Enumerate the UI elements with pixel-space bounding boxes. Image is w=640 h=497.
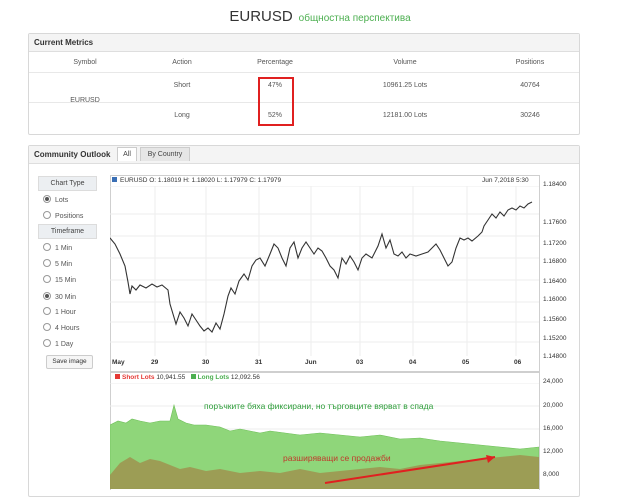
y-tick: 1.17600 bbox=[543, 219, 567, 226]
radio-dot-icon bbox=[43, 292, 51, 300]
ohlc-readout: EURUSD O: 1.18019 H: 1.18020 L: 1.17979 … bbox=[112, 177, 281, 184]
x-tick: 06 bbox=[514, 359, 522, 366]
col-header-action: Action bbox=[172, 59, 192, 66]
annotation-top: поръчките бяха фиксирани, но търговците … bbox=[204, 401, 434, 411]
col-header-symbol: Symbol bbox=[73, 59, 97, 66]
save-image-button[interactable]: Save image bbox=[46, 355, 93, 369]
divider bbox=[29, 102, 579, 103]
short-legend-icon bbox=[115, 374, 120, 379]
x-tick: Jun bbox=[305, 359, 317, 366]
radio-dot-icon bbox=[43, 339, 51, 347]
cell-volume-long: 12181.00 Lots bbox=[382, 112, 428, 119]
cell-action-short: Short bbox=[173, 82, 191, 89]
radio-dot-icon bbox=[43, 275, 51, 283]
y-tick: 1.15200 bbox=[543, 335, 567, 342]
long-legend-icon bbox=[190, 374, 196, 379]
chart-type-header: Chart Type bbox=[38, 176, 97, 191]
community-outlook-title: Community Outlook bbox=[29, 146, 579, 164]
y-tick: 1.16000 bbox=[543, 296, 567, 303]
price-line bbox=[110, 201, 533, 333]
radio-5min[interactable]: 5 Min bbox=[43, 259, 72, 269]
cell-symbol: EURUSD bbox=[70, 97, 100, 104]
symbol-title: EURUSD bbox=[229, 8, 293, 25]
y-tick: 1.14800 bbox=[543, 353, 567, 360]
price-chart[interactable] bbox=[110, 186, 539, 356]
volume-y-tick: 20,000 bbox=[543, 402, 563, 409]
y-tick: 1.16800 bbox=[543, 258, 567, 265]
radio-1min[interactable]: 1 Min bbox=[43, 243, 72, 253]
x-tick: 03 bbox=[356, 359, 364, 366]
radio-dot-icon bbox=[43, 211, 51, 219]
y-tick: 1.17200 bbox=[543, 240, 567, 247]
percentage-highlight-box bbox=[258, 77, 294, 126]
tab-by-country[interactable]: By Country bbox=[140, 147, 190, 161]
page-header: EURUSD общностна перспектива bbox=[0, 8, 640, 25]
series-color-icon bbox=[112, 177, 117, 182]
radio-lots[interactable]: Lots bbox=[43, 195, 68, 205]
subtitle: общностна перспектива bbox=[298, 13, 411, 24]
radio-4hours[interactable]: 4 Hours bbox=[43, 323, 80, 333]
current-metrics-panel: Current Metrics bbox=[28, 33, 580, 135]
radio-1day[interactable]: 1 Day bbox=[43, 339, 73, 349]
col-header-volume: Volume bbox=[393, 59, 417, 66]
col-header-percentage: Percentage bbox=[257, 59, 293, 66]
cell-volume-short: 10961.25 Lots bbox=[382, 82, 428, 89]
radio-dot-icon bbox=[43, 195, 51, 203]
volume-y-tick: 12,000 bbox=[543, 448, 563, 455]
x-tick: 29 bbox=[151, 359, 159, 366]
divider bbox=[29, 72, 579, 73]
radio-1hour[interactable]: 1 Hour bbox=[43, 307, 76, 317]
radio-dot-icon bbox=[43, 307, 51, 315]
radio-30min[interactable]: 30 Min bbox=[43, 292, 76, 302]
radio-dot-icon bbox=[43, 323, 51, 331]
radio-dot-icon bbox=[43, 243, 51, 251]
chart-date: Jun 7,2018 5:30 bbox=[482, 177, 529, 184]
x-tick: 30 bbox=[202, 359, 210, 366]
col-header-positions: Positions bbox=[515, 59, 545, 66]
radio-dot-icon bbox=[43, 259, 51, 267]
y-tick: 1.15600 bbox=[543, 316, 567, 323]
annotation-bottom: разширяващи се продажби bbox=[283, 453, 391, 463]
radio-positions[interactable]: Positions bbox=[43, 211, 83, 221]
price-grid bbox=[110, 186, 539, 356]
volume-y-tick: 16,000 bbox=[543, 425, 563, 432]
x-tick: 05 bbox=[462, 359, 470, 366]
y-tick: 1.18400 bbox=[543, 181, 567, 188]
current-metrics-title: Current Metrics bbox=[29, 34, 579, 52]
cell-positions-short: 40764 bbox=[520, 82, 540, 89]
y-tick: 1.16400 bbox=[543, 278, 567, 285]
timeframe-header: Timeframe bbox=[38, 224, 97, 239]
volume-y-tick: 8,000 bbox=[543, 471, 560, 478]
radio-15min[interactable]: 15 Min bbox=[43, 275, 76, 285]
x-tick: 04 bbox=[409, 359, 417, 366]
x-tick: May bbox=[112, 359, 125, 366]
tab-all[interactable]: All bbox=[117, 147, 137, 161]
cell-positions-long: 30246 bbox=[520, 112, 540, 119]
cell-action-long: Long bbox=[174, 112, 190, 119]
volume-y-tick: 24,000 bbox=[543, 378, 563, 385]
volume-legend: Short Lots 10,941.55 Long Lots 12,092.56 bbox=[115, 374, 260, 381]
x-tick: 31 bbox=[255, 359, 263, 366]
volume-chart[interactable] bbox=[110, 383, 539, 489]
